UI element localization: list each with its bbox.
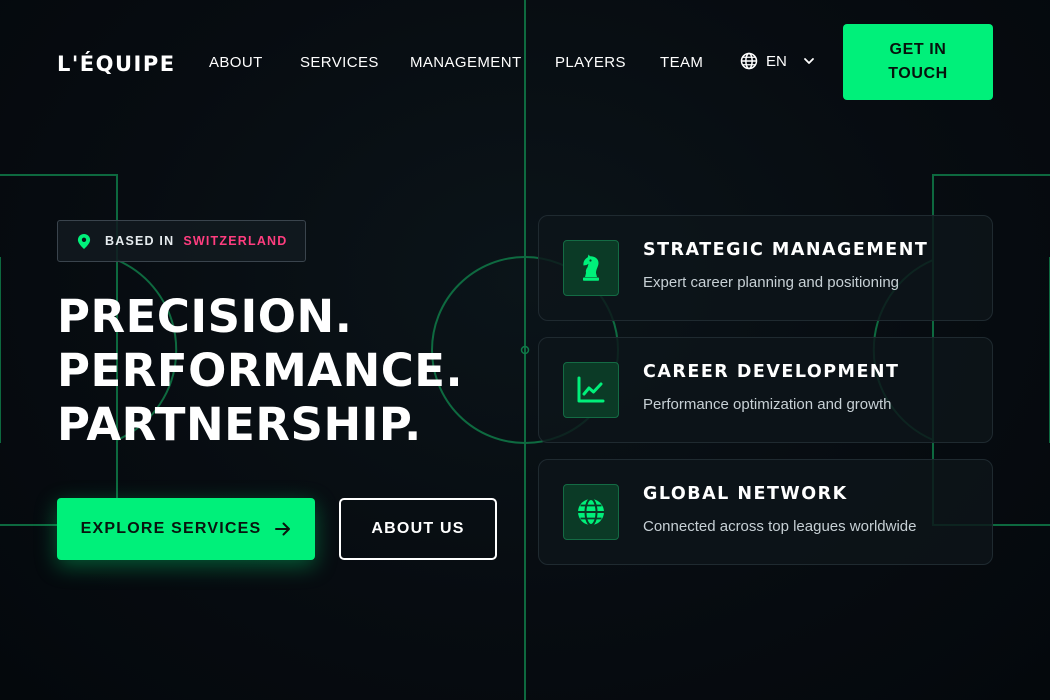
service-card-strategic-management[interactable]: STRATEGIC MANAGEMENT Expert career plann…	[538, 215, 993, 321]
globe-icon	[740, 52, 758, 70]
language-selector[interactable]: EN	[740, 52, 815, 70]
nav-link-about[interactable]: ABOUT	[209, 54, 263, 71]
page: L'ÉQUIPE ABOUT SERVICES MANAGEMENT PLAYE…	[0, 0, 1050, 700]
service-icon-box	[563, 484, 619, 540]
badge-location: SWITZERLAND	[183, 234, 288, 248]
badge-prefix: BASED IN	[105, 234, 175, 248]
service-title: CAREER DEVELOPMENT	[643, 362, 900, 382]
globe-icon	[578, 498, 604, 526]
nav-link-players[interactable]: PLAYERS	[555, 54, 626, 71]
service-description: Expert career planning and positioning	[643, 274, 900, 291]
language-value: EN	[766, 52, 787, 70]
service-icon-box	[563, 240, 619, 296]
service-description: Performance optimization and growth	[643, 396, 892, 413]
brand-logo[interactable]: L'ÉQUIPE	[57, 52, 176, 76]
about-us-button[interactable]: ABOUT US	[339, 498, 497, 560]
service-description: Connected across top leagues worldwide	[643, 518, 917, 535]
headline-line-3: PARTNERSHIP.	[57, 398, 422, 451]
headline-line-1: PRECISION.	[57, 290, 353, 343]
explore-services-label: EXPLORE SERVICES	[80, 520, 262, 537]
headline-line-2: PERFORMANCE.	[57, 344, 464, 397]
hero-headline: PRECISION. PERFORMANCE. PARTNERSHIP.	[57, 290, 463, 452]
nav-link-team[interactable]: TEAM	[660, 54, 703, 71]
service-title: STRATEGIC MANAGEMENT	[643, 240, 929, 260]
arrow-right-icon	[275, 522, 291, 536]
service-card-global-network[interactable]: GLOBAL NETWORK Connected across top leag…	[538, 459, 993, 565]
line-chart-icon	[577, 376, 605, 403]
nav-link-services[interactable]: SERVICES	[300, 54, 379, 71]
service-card-career-development[interactable]: CAREER DEVELOPMENT Performance optimizat…	[538, 337, 993, 443]
chess-knight-icon	[583, 254, 599, 281]
service-icon-box	[563, 362, 619, 418]
chevron-down-icon	[803, 58, 814, 64]
service-title: GLOBAL NETWORK	[643, 484, 848, 504]
nav-link-management[interactable]: MANAGEMENT	[410, 54, 522, 71]
location-badge: BASED IN SWITZERLAND	[57, 220, 306, 262]
location-pin-icon	[77, 233, 91, 249]
explore-services-button[interactable]: EXPLORE SERVICES	[57, 498, 315, 560]
get-in-touch-button[interactable]: GET IN TOUCH	[843, 24, 993, 100]
